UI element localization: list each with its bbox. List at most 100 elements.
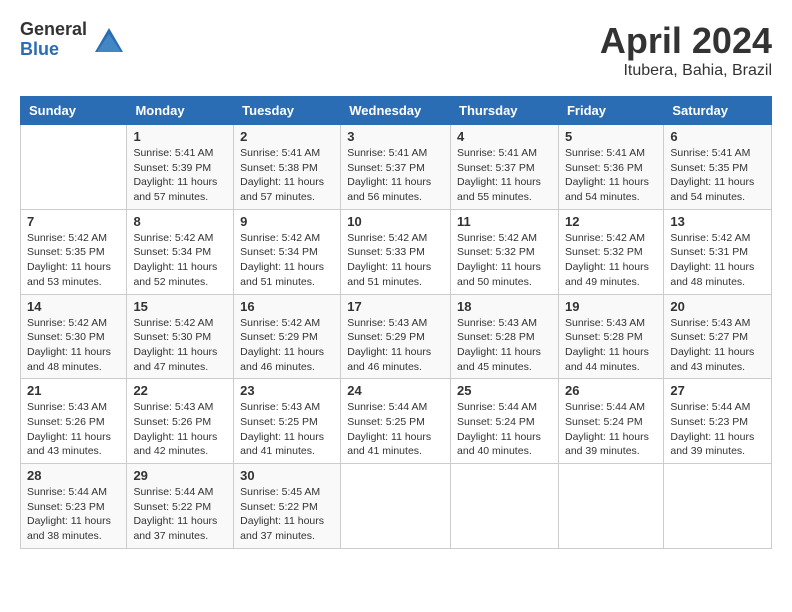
week-row-2: 7 Sunrise: 5:42 AM Sunset: 5:35 PM Daylig… <box>21 209 772 294</box>
calendar-cell: 11Sunrise: 5:42 AM Sunset: 5:32 PM Dayli… <box>451 209 559 294</box>
week-row-5: 28 Sunrise: 5:44 AM Sunset: 5:23 PM Dayli… <box>21 464 772 549</box>
day-number: 5 <box>565 129 657 144</box>
column-header-saturday: Saturday <box>664 97 772 125</box>
day-info: Sunrise: 5:42 AM Sunset: 5:31 PM Dayligh… <box>670 231 765 290</box>
calendar-cell <box>341 464 451 549</box>
calendar-table: SundayMondayTuesdayWednesdayThursdayFrid… <box>20 96 772 549</box>
day-number: 29 <box>133 468 227 483</box>
day-info: Sunrise: 5:44 AM Sunset: 5:23 PM Dayligh… <box>27 485 120 544</box>
calendar-cell <box>451 464 559 549</box>
day-info: Sunrise: 5:43 AM Sunset: 5:25 PM Dayligh… <box>240 400 334 459</box>
column-header-wednesday: Wednesday <box>341 97 451 125</box>
day-info: Sunrise: 5:42 AM Sunset: 5:34 PM Dayligh… <box>240 231 334 290</box>
day-info: Sunrise: 5:42 AM Sunset: 5:29 PM Dayligh… <box>240 316 334 375</box>
day-number: 14 <box>27 299 120 314</box>
day-number: 13 <box>670 214 765 229</box>
day-info: Sunrise: 5:43 AM Sunset: 5:27 PM Dayligh… <box>670 316 765 375</box>
location: Itubera, Bahia, Brazil <box>600 62 772 80</box>
day-number: 23 <box>240 383 334 398</box>
day-number: 17 <box>347 299 444 314</box>
day-number: 2 <box>240 129 334 144</box>
day-number: 8 <box>133 214 227 229</box>
day-info: Sunrise: 5:41 AM Sunset: 5:37 PM Dayligh… <box>457 146 552 205</box>
day-info: Sunrise: 5:42 AM Sunset: 5:34 PM Dayligh… <box>133 231 227 290</box>
day-info: Sunrise: 5:42 AM Sunset: 5:32 PM Dayligh… <box>565 231 657 290</box>
day-number: 9 <box>240 214 334 229</box>
calendar-cell: 23 Sunrise: 5:43 AM Sunset: 5:25 PM Dayli… <box>234 379 341 464</box>
day-info: Sunrise: 5:41 AM Sunset: 5:39 PM Dayligh… <box>133 146 227 205</box>
calendar-cell: 26Sunrise: 5:44 AM Sunset: 5:24 PM Dayli… <box>558 379 663 464</box>
calendar-cell: 25Sunrise: 5:44 AM Sunset: 5:24 PM Dayli… <box>451 379 559 464</box>
day-number: 3 <box>347 129 444 144</box>
month-title: April 2024 <box>600 20 772 62</box>
day-info: Sunrise: 5:44 AM Sunset: 5:24 PM Dayligh… <box>565 400 657 459</box>
day-info: Sunrise: 5:42 AM Sunset: 5:33 PM Dayligh… <box>347 231 444 290</box>
day-info: Sunrise: 5:42 AM Sunset: 5:32 PM Dayligh… <box>457 231 552 290</box>
day-number: 15 <box>133 299 227 314</box>
calendar-cell: 27Sunrise: 5:44 AM Sunset: 5:23 PM Dayli… <box>664 379 772 464</box>
day-number: 1 <box>133 129 227 144</box>
calendar-cell <box>558 464 663 549</box>
calendar-cell: 3 Sunrise: 5:41 AM Sunset: 5:37 PM Daylig… <box>341 125 451 210</box>
day-info: Sunrise: 5:45 AM Sunset: 5:22 PM Dayligh… <box>240 485 334 544</box>
day-info: Sunrise: 5:41 AM Sunset: 5:36 PM Dayligh… <box>565 146 657 205</box>
calendar-cell: 20 Sunrise: 5:43 AM Sunset: 5:27 PM Dayli… <box>664 294 772 379</box>
calendar-cell: 9 Sunrise: 5:42 AM Sunset: 5:34 PM Daylig… <box>234 209 341 294</box>
calendar-cell: 29 Sunrise: 5:44 AM Sunset: 5:22 PM Dayli… <box>127 464 234 549</box>
day-number: 21 <box>27 383 120 398</box>
day-info: Sunrise: 5:42 AM Sunset: 5:30 PM Dayligh… <box>27 316 120 375</box>
day-number: 7 <box>27 214 120 229</box>
day-info: Sunrise: 5:43 AM Sunset: 5:28 PM Dayligh… <box>457 316 552 375</box>
calendar-cell: 8 Sunrise: 5:42 AM Sunset: 5:34 PM Daylig… <box>127 209 234 294</box>
day-number: 6 <box>670 129 765 144</box>
calendar-cell: 6 Sunrise: 5:41 AM Sunset: 5:35 PM Daylig… <box>664 125 772 210</box>
days-header-row: SundayMondayTuesdayWednesdayThursdayFrid… <box>21 97 772 125</box>
calendar-cell <box>21 125 127 210</box>
column-header-sunday: Sunday <box>21 97 127 125</box>
day-number: 4 <box>457 129 552 144</box>
column-header-thursday: Thursday <box>451 97 559 125</box>
day-info: Sunrise: 5:41 AM Sunset: 5:38 PM Dayligh… <box>240 146 334 205</box>
calendar-cell: 4 Sunrise: 5:41 AM Sunset: 5:37 PM Daylig… <box>451 125 559 210</box>
day-info: Sunrise: 5:44 AM Sunset: 5:23 PM Dayligh… <box>670 400 765 459</box>
day-info: Sunrise: 5:43 AM Sunset: 5:26 PM Dayligh… <box>133 400 227 459</box>
logo: General Blue <box>20 20 125 60</box>
calendar-cell: 17 Sunrise: 5:43 AM Sunset: 5:29 PM Dayli… <box>341 294 451 379</box>
calendar-cell: 10 Sunrise: 5:42 AM Sunset: 5:33 PM Dayli… <box>341 209 451 294</box>
day-info: Sunrise: 5:42 AM Sunset: 5:35 PM Dayligh… <box>27 231 120 290</box>
calendar-cell: 2 Sunrise: 5:41 AM Sunset: 5:38 PM Daylig… <box>234 125 341 210</box>
day-number: 10 <box>347 214 444 229</box>
week-row-3: 14 Sunrise: 5:42 AM Sunset: 5:30 PM Dayli… <box>21 294 772 379</box>
logo-general: General <box>20 20 87 40</box>
calendar-cell: 15Sunrise: 5:42 AM Sunset: 5:30 PM Dayli… <box>127 294 234 379</box>
calendar-cell <box>664 464 772 549</box>
column-header-friday: Friday <box>558 97 663 125</box>
day-number: 18 <box>457 299 552 314</box>
column-header-tuesday: Tuesday <box>234 97 341 125</box>
day-info: Sunrise: 5:44 AM Sunset: 5:24 PM Dayligh… <box>457 400 552 459</box>
day-number: 24 <box>347 383 444 398</box>
calendar-cell: 13 Sunrise: 5:42 AM Sunset: 5:31 PM Dayli… <box>664 209 772 294</box>
day-number: 20 <box>670 299 765 314</box>
calendar-cell: 7 Sunrise: 5:42 AM Sunset: 5:35 PM Daylig… <box>21 209 127 294</box>
calendar-cell: 28 Sunrise: 5:44 AM Sunset: 5:23 PM Dayli… <box>21 464 127 549</box>
day-info: Sunrise: 5:41 AM Sunset: 5:37 PM Dayligh… <box>347 146 444 205</box>
calendar-cell: 30 Sunrise: 5:45 AM Sunset: 5:22 PM Dayli… <box>234 464 341 549</box>
calendar-cell: 21Sunrise: 5:43 AM Sunset: 5:26 PM Dayli… <box>21 379 127 464</box>
calendar-cell: 19Sunrise: 5:43 AM Sunset: 5:28 PM Dayli… <box>558 294 663 379</box>
calendar-cell: 16Sunrise: 5:42 AM Sunset: 5:29 PM Dayli… <box>234 294 341 379</box>
day-info: Sunrise: 5:43 AM Sunset: 5:29 PM Dayligh… <box>347 316 444 375</box>
day-info: Sunrise: 5:44 AM Sunset: 5:22 PM Dayligh… <box>133 485 227 544</box>
day-number: 22 <box>133 383 227 398</box>
day-number: 28 <box>27 468 120 483</box>
page-header: General Blue April 2024 Itubera, Bahia, … <box>20 20 772 80</box>
week-row-1: 1 Sunrise: 5:41 AM Sunset: 5:39 PM Daylig… <box>21 125 772 210</box>
calendar-cell: 12Sunrise: 5:42 AM Sunset: 5:32 PM Dayli… <box>558 209 663 294</box>
calendar-cell: 24Sunrise: 5:44 AM Sunset: 5:25 PM Dayli… <box>341 379 451 464</box>
day-number: 30 <box>240 468 334 483</box>
calendar-cell: 14 Sunrise: 5:42 AM Sunset: 5:30 PM Dayli… <box>21 294 127 379</box>
calendar-cell: 22 Sunrise: 5:43 AM Sunset: 5:26 PM Dayli… <box>127 379 234 464</box>
day-number: 19 <box>565 299 657 314</box>
week-row-4: 21 Sunrise: 5:43 AM Sunset: 5:26 PM Dayli… <box>21 379 772 464</box>
day-info: Sunrise: 5:41 AM Sunset: 5:35 PM Dayligh… <box>670 146 765 205</box>
